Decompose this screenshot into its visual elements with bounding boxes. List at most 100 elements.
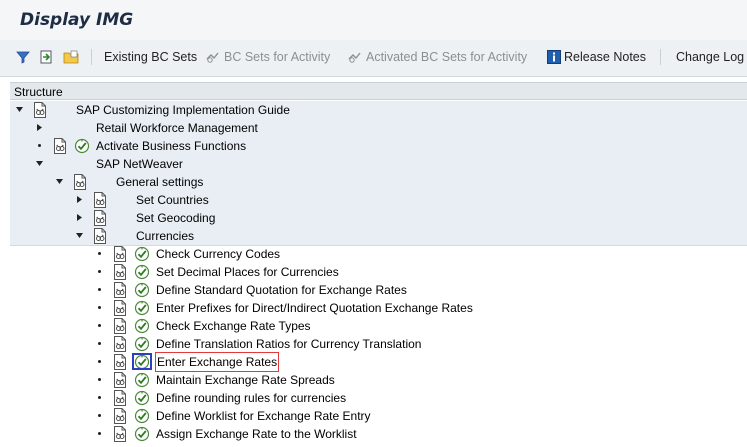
tree-node-label[interactable]: Check Currency Codes [156,245,280,263]
tree-node[interactable]: Set Countries [10,191,747,209]
tree-node-label[interactable]: SAP Customizing Implementation Guide [76,101,290,119]
application-toolbar: Existing BC Sets BC Sets for Activity Ac… [0,40,747,77]
expanded-node-icon[interactable] [75,231,84,240]
tree-node-label[interactable]: Set Countries [136,191,209,209]
release-notes-button[interactable]: Release Notes [547,48,646,66]
tree-node[interactable]: Enter Exchange Rates [10,352,747,372]
tree-node[interactable]: Check Currency Codes [10,245,747,263]
change-log-button[interactable]: Change Log [676,48,744,66]
leaf-bullet [98,342,101,345]
tree-node-label[interactable]: Currencies [136,227,194,245]
tree-node-label[interactable]: Define Standard Quotation for Exchange R… [156,281,407,299]
documentation-icon[interactable] [112,318,128,334]
tree-node[interactable]: SAP Customizing Implementation Guide [10,101,747,120]
tree-node[interactable]: Define Worklist for Exchange Rate Entry [10,407,747,425]
title-bar: Display IMG [0,0,747,41]
tree-node[interactable]: Define Translation Ratios for Currency T… [10,335,747,353]
tree-node-label[interactable]: Define Worklist for Exchange Rate Entry [156,407,371,425]
execute-activity-icon[interactable] [134,426,150,442]
execute-activity-icon[interactable] [74,138,90,154]
execute-activity-icon[interactable] [134,372,150,388]
execute-activity-icon[interactable] [134,300,150,316]
leaf-bullet [98,378,101,381]
documentation-icon[interactable] [112,408,128,424]
bc-set-icon [206,52,219,63]
documentation-icon[interactable] [112,426,128,442]
documentation-icon[interactable] [112,336,128,352]
leaf-bullet [98,306,101,309]
tree-node[interactable]: Check Exchange Rate Types [10,317,747,335]
execute-activity-icon[interactable] [134,282,150,298]
tree-node-label[interactable]: General settings [116,173,203,191]
tree-node-label[interactable]: Set Geocoding [136,209,215,227]
documentation-icon[interactable] [32,102,48,118]
tree-node[interactable]: Enter Prefixes for Direct/Indirect Quota… [10,299,747,317]
existing-bc-sets-label: Existing BC Sets [104,50,198,64]
documentation-icon[interactable] [112,264,128,280]
leaf-bullet [98,360,101,363]
documentation-icon[interactable] [112,372,128,388]
execute-activity-icon[interactable] [134,390,150,406]
leaf-bullet [98,432,101,435]
tree-node-label[interactable]: SAP NetWeaver [96,155,183,173]
expand-subtree-icon[interactable] [38,48,56,66]
tree-node[interactable]: Retail Workforce Management [10,119,747,137]
tree-node-label[interactable]: Maintain Exchange Rate Spreads [156,371,335,389]
documentation-icon[interactable] [72,174,88,190]
tree-node[interactable]: SAP NetWeaver [10,155,747,174]
documentation-icon[interactable] [92,228,108,244]
documentation-icon[interactable] [52,138,68,154]
documentation-icon[interactable] [92,192,108,208]
leaf-bullet [98,414,101,417]
tree-node-label[interactable]: Define Translation Ratios for Currency T… [156,335,421,353]
expanded-node-icon[interactable] [55,177,64,186]
tree-node-label[interactable]: Check Exchange Rate Types [156,317,311,335]
filter-icon[interactable] [14,48,32,66]
bc-sets-for-activity-label: BC Sets for Activity [224,50,331,64]
bc-sets-for-activity-button[interactable]: BC Sets for Activity [205,48,330,66]
tree-node[interactable]: Define Standard Quotation for Exchange R… [10,281,747,299]
documentation-icon[interactable] [92,210,108,226]
tree-node-label[interactable]: Assign Exchange Rate to the Worklist [156,425,357,443]
tree-node[interactable]: Set Geocoding [10,209,747,227]
leaf-bullet [98,324,101,327]
tree-node[interactable]: Activate Business Functions [10,137,747,155]
tree-node-label[interactable]: Define rounding rules for currencies [156,389,346,407]
tree-node-label[interactable]: Set Decimal Places for Currencies [156,263,339,281]
execute-activity-icon[interactable] [134,408,150,424]
collapsed-node-icon[interactable] [75,195,84,204]
collapsed-node-icon[interactable] [35,123,44,132]
documentation-icon[interactable] [112,300,128,316]
documentation-icon[interactable] [112,390,128,406]
tree-node[interactable]: Currencies [10,227,747,246]
tree-node[interactable]: Assign Exchange Rate to the Worklist [10,425,747,443]
documentation-icon[interactable] [112,282,128,298]
execute-activity-icon[interactable] [134,318,150,334]
expanded-node-icon[interactable] [35,159,44,168]
activated-bc-sets-button[interactable]: Activated BC Sets for Activity [347,48,527,66]
tree-node[interactable]: Define rounding rules for currencies [10,389,747,407]
tree-node-label[interactable]: Enter Exchange Rates [154,352,280,372]
tree-node[interactable]: General settings [10,173,747,191]
tree-node-label[interactable]: Retail Workforce Management [96,119,258,137]
collapsed-node-icon[interactable] [75,213,84,222]
folder-notes-icon[interactable] [62,48,80,66]
leaf-bullet [98,252,101,255]
execute-activity-icon[interactable] [134,264,150,280]
toolbar-separator [660,49,661,65]
change-log-label: Change Log [676,50,745,64]
execute-activity-icon[interactable] [134,336,150,352]
execute-activity-icon[interactable] [134,246,150,262]
tree-node[interactable]: Maintain Exchange Rate Spreads [10,371,747,389]
structure-header-label: Structure [14,85,63,99]
existing-bc-sets-button[interactable]: Existing BC Sets [104,48,197,66]
tree-node-label[interactable]: Enter Prefixes for Direct/Indirect Quota… [156,299,473,317]
expanded-node-icon[interactable] [15,105,24,114]
toolbar-separator [91,49,92,65]
documentation-icon[interactable] [112,354,128,370]
documentation-icon[interactable] [112,246,128,262]
focus-indicator [132,353,152,370]
tree-node-label[interactable]: Activate Business Functions [96,137,246,155]
bc-set-icon [348,52,361,63]
tree-node[interactable]: Set Decimal Places for Currencies [10,263,747,281]
